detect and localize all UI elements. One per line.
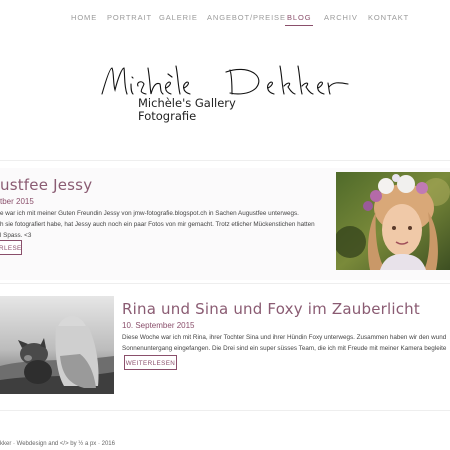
- section-divider: [0, 410, 450, 411]
- post-thumbnail-girl-with-dog[interactable]: [0, 296, 114, 394]
- photo-girl-flower-crown: [336, 172, 450, 270]
- post-excerpt-line-2: h sie fotografiert habe, hat Jessy auch …: [0, 221, 315, 228]
- post-title[interactable]: Rina und Sina und Foxy im Zauberlicht: [122, 300, 420, 318]
- photo-girl-with-dog-bw: [0, 296, 114, 394]
- nav-item-home[interactable]: HOME: [71, 13, 97, 22]
- section-divider: [0, 160, 450, 161]
- nav-item-angebot-preise[interactable]: ANGEBOT/PREISE: [207, 13, 286, 22]
- read-more-button[interactable]: RLESEN: [0, 240, 22, 255]
- logo-gallery-name: Michèle's Gallery: [138, 96, 236, 110]
- nav-item-kontakt[interactable]: KONTAKT: [368, 13, 409, 22]
- post-excerpt-line-2: Sonnenuntergang eingefangen. Die Drei si…: [122, 345, 447, 352]
- post-title[interactable]: ustfee Jessy: [0, 176, 92, 194]
- nav-item-archiv[interactable]: ARCHIV: [324, 13, 358, 22]
- section-divider: [0, 283, 450, 284]
- nav-item-portrait[interactable]: PORTRAIT: [107, 13, 152, 22]
- post-excerpt-line-1: e war ich mit meiner Guten Freundin Jess…: [0, 210, 299, 217]
- nav-item-galerie[interactable]: GALERIE: [159, 13, 198, 22]
- post-date: tber 2015: [0, 197, 34, 206]
- site-logo[interactable]: Michèle's Gallery Fotografie: [98, 62, 358, 124]
- post-date: 10. September 2015: [122, 321, 195, 330]
- post-excerpt-line-1: Diese Woche war ich mit Rina, ihrer Toch…: [122, 334, 447, 341]
- post-thumbnail-girl-flower-crown[interactable]: [336, 172, 450, 270]
- main-nav: HOME PORTRAIT GALERIE ANGEBOT/PREISE BLO…: [0, 0, 450, 36]
- site-footer: kker · Webdesign and </> by ½ a px · 201…: [0, 441, 115, 447]
- nav-item-blog[interactable]: BLOG: [284, 13, 314, 26]
- read-more-button[interactable]: WEITERLESEN: [124, 355, 177, 370]
- logo-tagline: Fotografie: [138, 109, 197, 123]
